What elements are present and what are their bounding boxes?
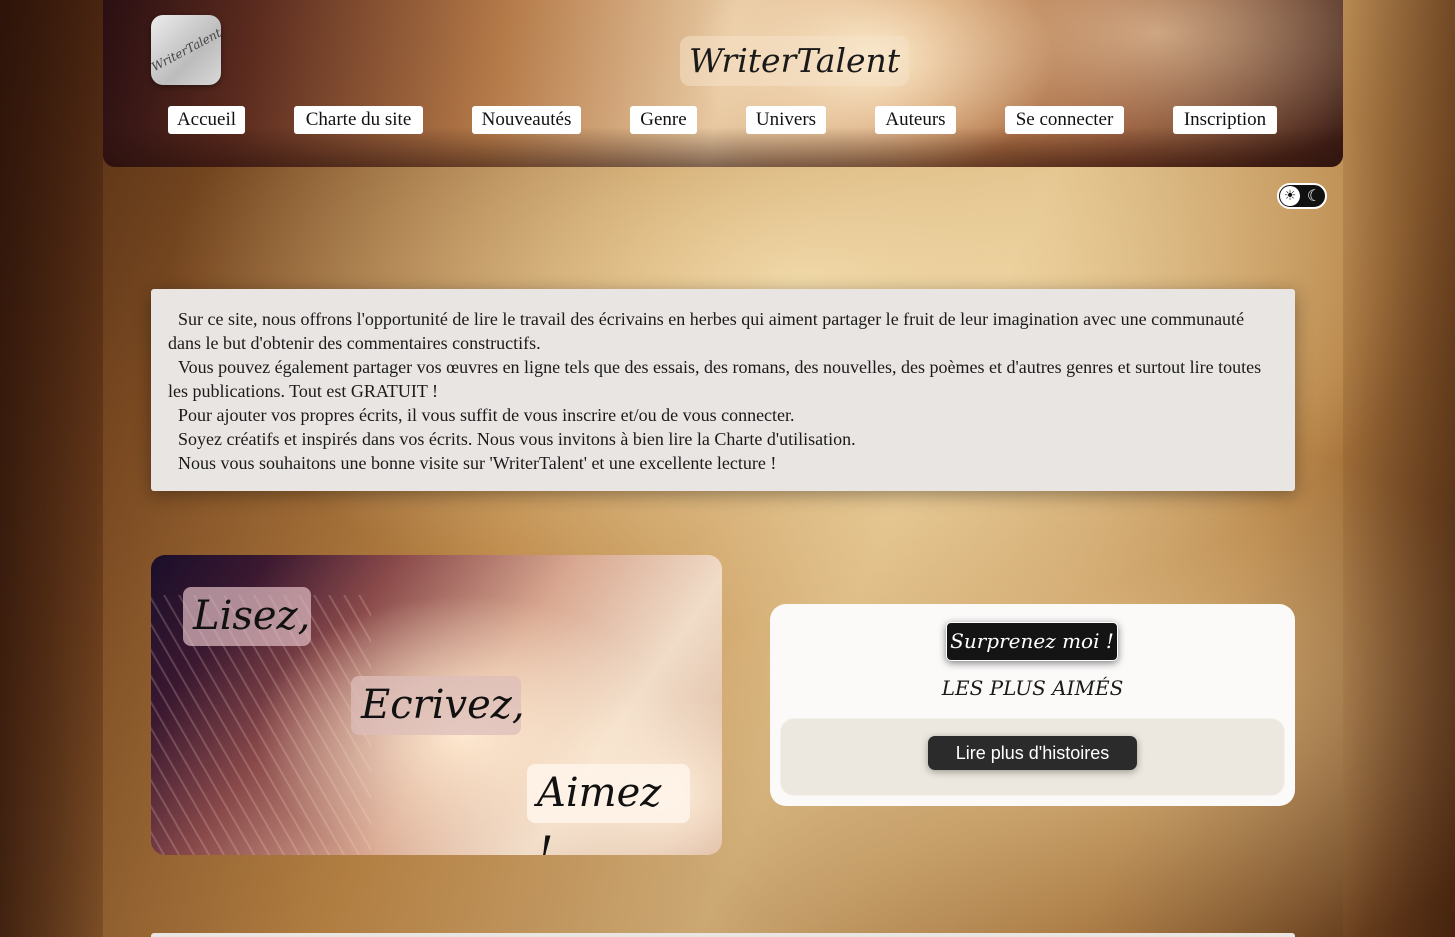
theme-toggle[interactable]: ☀ ☾ — [1277, 183, 1327, 209]
intro-paragraph: Nous vous souhaitons une bonne visite su… — [178, 453, 777, 473]
page-container: WriterTalent WriterTalent Accueil Charte… — [103, 0, 1343, 937]
most-liked-title: LES PLUS AIMÉS — [941, 676, 1124, 700]
hero-banner: Lisez, Ecrivez, Aimez ! — [151, 555, 722, 855]
nav-se-connecter[interactable]: Se connecter — [1005, 106, 1124, 134]
hero-word-ecrivez: Ecrivez, — [351, 676, 525, 735]
hero-word-lisez: Lisez, — [183, 587, 311, 646]
nav-univers[interactable]: Univers — [746, 106, 826, 134]
hero-word-aimez: Aimez ! — [527, 764, 690, 855]
most-liked-list: Lire plus d'histoires — [780, 718, 1285, 796]
intro-paragraph: Soyez créatifs et inspirés dans vos écri… — [178, 429, 856, 449]
next-section-edge — [151, 933, 1295, 937]
surprise-me-button[interactable]: Surprenez moi ! — [946, 622, 1118, 661]
intro-paragraph: Sur ce site, nous offrons l'opportunité … — [168, 309, 1245, 353]
site-logo[interactable]: WriterTalent — [148, 15, 224, 85]
logo-text: WriterTalent — [148, 25, 224, 75]
intro-text-box: Sur ce site, nous offrons l'opportunité … — [151, 289, 1295, 491]
nav-genre[interactable]: Genre — [630, 106, 697, 134]
sun-icon: ☀ — [1280, 186, 1300, 206]
site-header: WriterTalent WriterTalent Accueil Charte… — [103, 0, 1343, 167]
nav-charte[interactable]: Charte du site — [294, 106, 423, 134]
intro-paragraph: Pour ajouter vos propres écrits, il vous… — [178, 405, 795, 425]
moon-icon: ☾ — [1306, 186, 1322, 205]
read-more-stories-button[interactable]: Lire plus d'histoires — [928, 736, 1137, 770]
nav-accueil[interactable]: Accueil — [168, 106, 245, 134]
intro-paragraph: Vous pouvez également partager vos œuvre… — [168, 357, 1262, 401]
nav-nouveautes[interactable]: Nouveautés — [472, 106, 581, 134]
background-left-shade — [0, 0, 103, 937]
site-title[interactable]: WriterTalent — [680, 36, 910, 86]
nav-inscription[interactable]: Inscription — [1173, 106, 1277, 134]
most-liked-panel: Surprenez moi ! LES PLUS AIMÉS Lire plus… — [770, 604, 1295, 806]
background-right-shade — [1343, 0, 1455, 937]
nav-auteurs[interactable]: Auteurs — [875, 106, 956, 134]
